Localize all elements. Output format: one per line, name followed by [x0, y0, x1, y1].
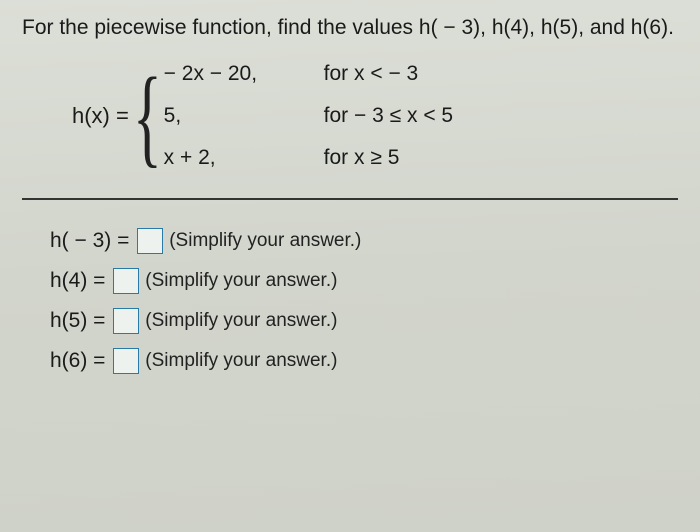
case-expr: x + 2, — [164, 146, 314, 170]
answer-row: h(4) = (Simplify your answer.) — [50, 268, 678, 294]
answer-lhs: h(4) = — [50, 269, 111, 293]
left-brace-icon: { — [133, 67, 162, 166]
worksheet-page: For the piecewise function, find the val… — [0, 0, 700, 532]
answer-hint: (Simplify your answer.) — [169, 230, 361, 252]
case-cond: for − 3 ≤ x < 5 — [324, 104, 453, 128]
case-cond: for x ≥ 5 — [324, 146, 453, 170]
answer-hint: (Simplify your answer.) — [145, 310, 337, 332]
answer-row: h( − 3) = (Simplify your answer.) — [50, 228, 678, 254]
answer-hint: (Simplify your answer.) — [145, 350, 337, 372]
piecewise-definition: h(x) = { − 2x − 20, for x < − 3 5, for −… — [72, 62, 678, 170]
case-expr: − 2x − 20, — [164, 62, 314, 86]
case-expr: 5, — [164, 104, 314, 128]
answers-block: h( − 3) = (Simplify your answer.) h(4) =… — [50, 228, 678, 374]
answer-input[interactable] — [113, 268, 139, 294]
answer-lhs: h( − 3) = — [50, 229, 135, 253]
answer-input[interactable] — [113, 308, 139, 334]
answer-input[interactable] — [113, 348, 139, 374]
answer-row: h(6) = (Simplify your answer.) — [50, 348, 678, 374]
answer-row: h(5) = (Simplify your answer.) — [50, 308, 678, 334]
answer-lhs: h(6) = — [50, 349, 111, 373]
answer-hint: (Simplify your answer.) — [145, 270, 337, 292]
piecewise-cases: − 2x − 20, for x < − 3 5, for − 3 ≤ x < … — [164, 62, 453, 170]
function-lhs: h(x) = — [72, 103, 129, 129]
question-prompt: For the piecewise function, find the val… — [22, 14, 678, 42]
case-cond: for x < − 3 — [324, 62, 453, 86]
answer-lhs: h(5) = — [50, 309, 111, 333]
answer-input[interactable] — [137, 228, 163, 254]
divider — [22, 198, 678, 200]
